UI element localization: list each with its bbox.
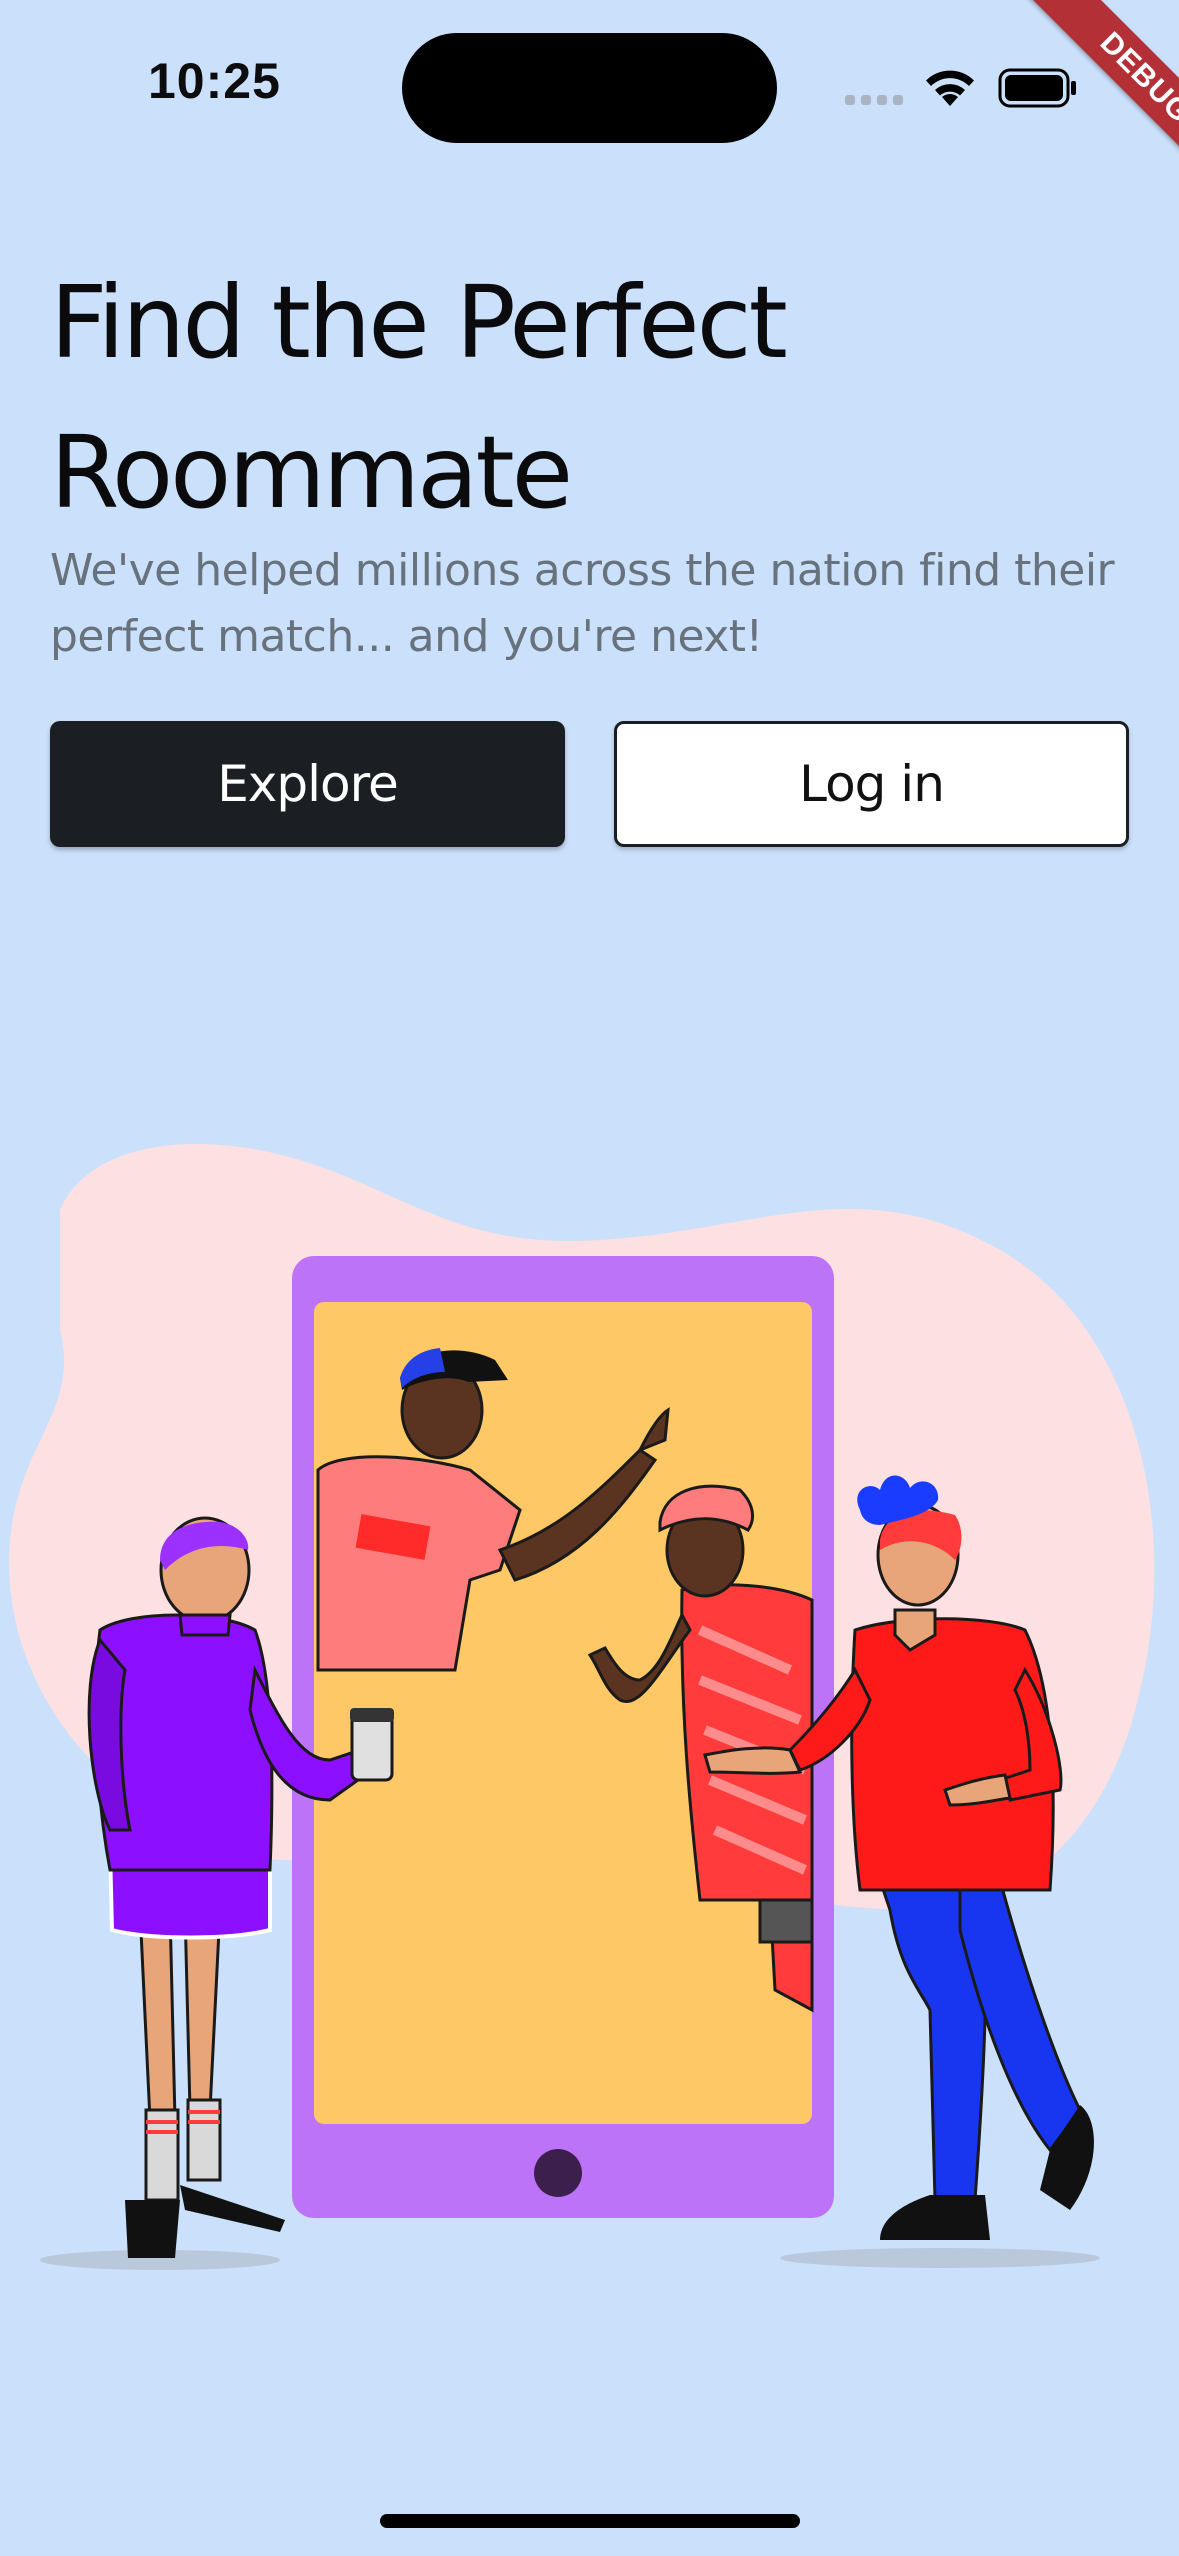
dynamic-island (402, 33, 777, 143)
explore-button[interactable]: Explore (50, 721, 565, 847)
status-time: 10:25 (148, 53, 281, 109)
cellular-signal-icon (845, 95, 903, 105)
home-indicator[interactable] (380, 2514, 800, 2528)
login-button[interactable]: Log in (614, 721, 1129, 847)
debug-banner-label: DEBUG (1021, 0, 1179, 202)
page-title: Find the Perfect Roommate (50, 264, 788, 531)
debug-banner: DEBUG (969, 0, 1179, 210)
roommates-phone-illustration (9, 1144, 1155, 2270)
page-subtitle: We've helped millions across the nation … (50, 545, 1115, 662)
